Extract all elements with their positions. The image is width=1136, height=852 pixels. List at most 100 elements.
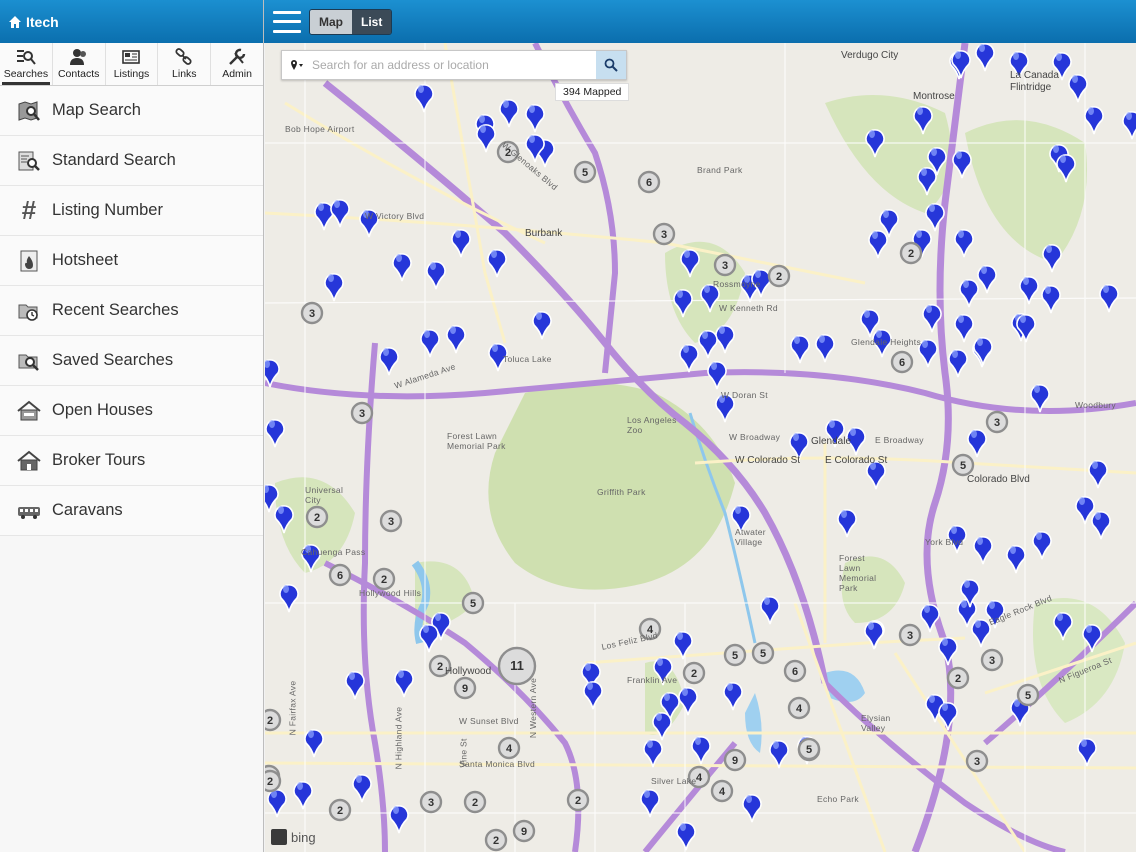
listing-marker[interactable] — [952, 150, 972, 179]
marker-highlight — [711, 362, 717, 370]
listing-marker[interactable] — [279, 584, 299, 613]
listing-marker[interactable] — [379, 347, 399, 376]
listing-marker[interactable] — [769, 740, 789, 769]
marker-highlight — [1013, 52, 1019, 60]
menu-item-listing-number[interactable]: # Listing Number — [0, 186, 263, 236]
listing-marker[interactable] — [392, 253, 412, 282]
listing-marker[interactable] — [446, 325, 466, 354]
listing-marker[interactable] — [499, 99, 519, 128]
search-input[interactable] — [312, 58, 596, 72]
listing-marker[interactable] — [815, 334, 835, 363]
listing-marker[interactable] — [583, 681, 603, 710]
listing-marker[interactable] — [715, 325, 735, 354]
listing-marker[interactable] — [678, 687, 698, 716]
listing-marker[interactable] — [918, 339, 938, 368]
listing-marker[interactable] — [419, 624, 439, 653]
listing-marker[interactable] — [345, 671, 365, 700]
listing-marker[interactable] — [971, 619, 991, 648]
listing-marker[interactable] — [951, 50, 971, 79]
map-view-button[interactable]: Map — [310, 9, 352, 34]
listing-marker[interactable] — [487, 249, 507, 278]
listing-marker[interactable] — [975, 43, 995, 72]
listing-marker[interactable] — [1041, 285, 1061, 314]
menu-item-broker-tours[interactable]: Broker Tours — [0, 436, 263, 486]
listing-marker[interactable] — [691, 736, 711, 765]
listing-marker[interactable] — [977, 265, 997, 294]
listing-marker[interactable] — [330, 199, 350, 228]
listing-marker[interactable] — [1019, 276, 1039, 305]
search-button[interactable] — [596, 51, 626, 79]
listing-marker[interactable] — [676, 822, 696, 851]
listing-marker[interactable] — [938, 637, 958, 666]
saved-searches-icon — [16, 348, 42, 374]
listing-marker[interactable] — [394, 669, 414, 698]
listing-marker[interactable] — [837, 509, 857, 538]
cluster-count: 11 — [510, 658, 524, 673]
listing-marker[interactable] — [790, 335, 810, 364]
listing-marker[interactable] — [959, 279, 979, 308]
listing-marker[interactable] — [742, 794, 762, 823]
listing-marker[interactable] — [954, 229, 974, 258]
listing-marker[interactable] — [973, 337, 993, 366]
listing-marker[interactable] — [532, 311, 552, 340]
listing-marker[interactable] — [864, 621, 884, 650]
listing-marker[interactable] — [967, 429, 987, 458]
listing-marker[interactable] — [293, 781, 313, 810]
listing-marker[interactable] — [1006, 545, 1026, 574]
listing-marker[interactable] — [760, 596, 780, 625]
listing-marker[interactable] — [1091, 511, 1111, 540]
tab-links[interactable]: Links — [158, 43, 212, 85]
search-icon — [604, 58, 618, 72]
tab-searches[interactable]: Searches — [0, 43, 53, 85]
listing-marker[interactable] — [1032, 531, 1052, 560]
listing-marker[interactable] — [1099, 284, 1119, 313]
listing-marker[interactable] — [525, 104, 545, 133]
tab-listings[interactable]: Listings — [106, 43, 159, 85]
listing-marker[interactable] — [973, 536, 993, 565]
listing-marker[interactable] — [679, 344, 699, 373]
listing-marker[interactable] — [265, 419, 285, 448]
map-canvas[interactable]: 2563322363523625421193552632544924222322… — [265, 43, 1136, 852]
listing-marker[interactable] — [643, 739, 663, 768]
listing-marker[interactable] — [948, 349, 968, 378]
map-style-icon[interactable] — [271, 829, 287, 845]
list-view-button[interactable]: List — [352, 9, 392, 34]
location-pin-dropdown-icon[interactable] — [282, 59, 312, 71]
listing-marker[interactable] — [352, 774, 372, 803]
listing-marker[interactable] — [451, 229, 471, 258]
listing-marker[interactable] — [1077, 738, 1097, 767]
listing-marker[interactable] — [389, 805, 409, 834]
menu-item-hotsheet[interactable]: Hotsheet — [0, 236, 263, 286]
listing-marker[interactable] — [476, 124, 496, 153]
map-label: Woodbury — [1075, 400, 1116, 410]
menu-item-map-search[interactable]: Map Search — [0, 86, 263, 136]
listing-marker[interactable] — [1042, 244, 1062, 273]
map-label: Forest Lawn Memorial Park — [839, 553, 877, 593]
menu-item-open-houses[interactable]: Open Houses — [0, 386, 263, 436]
menu-item-recent-searches[interactable]: Recent Searches — [0, 286, 263, 336]
listing-marker[interactable] — [314, 202, 334, 231]
brand-bar[interactable]: Itech — [0, 0, 263, 43]
tab-contacts[interactable]: Contacts — [53, 43, 106, 85]
listing-marker[interactable] — [723, 682, 743, 711]
listing-marker[interactable] — [1088, 460, 1108, 489]
contacts-icon — [69, 49, 86, 65]
listing-marker[interactable] — [698, 330, 718, 359]
listing-marker[interactable] — [414, 84, 434, 113]
listing-marker[interactable] — [868, 230, 888, 259]
menu-item-saved-searches[interactable]: Saved Searches — [0, 336, 263, 386]
marker-highlight — [1010, 546, 1016, 554]
menu-item-label: Caravans — [52, 501, 123, 519]
listing-marker[interactable] — [652, 712, 672, 741]
listing-marker[interactable] — [304, 729, 324, 758]
hamburger-menu-icon[interactable] — [273, 10, 301, 33]
listing-marker[interactable] — [1084, 106, 1104, 135]
menu-item-caravans[interactable]: Caravans — [0, 486, 263, 536]
listing-marker[interactable] — [420, 329, 440, 358]
listing-marker[interactable] — [707, 361, 727, 390]
listing-marker[interactable] — [426, 261, 446, 290]
listing-marker[interactable] — [324, 273, 344, 302]
tab-admin[interactable]: Admin — [211, 43, 263, 85]
menu-item-standard-search[interactable]: Standard Search — [0, 136, 263, 186]
listing-marker[interactable] — [954, 314, 974, 343]
